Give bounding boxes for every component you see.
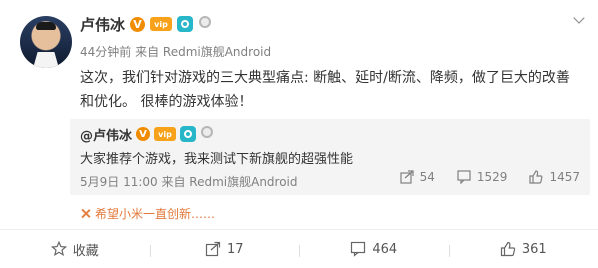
repost-share-button[interactable]: 54 (400, 170, 435, 184)
comment-button[interactable]: 464 (299, 241, 449, 257)
repost-actions: 54 1529 1457 (400, 170, 580, 184)
medal-icon[interactable] (200, 126, 214, 142)
repost-author[interactable]: @卢伟冰 (80, 125, 132, 144)
like-icon (529, 170, 543, 184)
repost-button[interactable]: 17 (149, 241, 300, 257)
post-content: 这次，我们针对游戏的三大典型痛点: 断触、延时/断流、降频，做了巨大的改善和优化… (80, 70, 570, 110)
comment-preview-text: 希望小米一直创新…… (95, 207, 216, 221)
repost-author-row: @卢伟冰 V vip (80, 125, 214, 144)
avatar-shirt (32, 52, 60, 68)
repost-count: 17 (226, 241, 244, 257)
repost-comment-button[interactable]: 1529 (457, 170, 508, 184)
repost-text: 大家推荐个游戏，我来测试下新旗舰的超强性能 (80, 152, 354, 167)
like-icon (500, 241, 515, 257)
repost-like-button[interactable]: 1457 (529, 170, 580, 184)
verified-icon[interactable]: V (130, 16, 146, 32)
like-count: 361 (521, 241, 547, 257)
vip-icon[interactable]: vip (154, 127, 177, 141)
action-bar: 收藏 17 464 361 (0, 230, 598, 268)
repost-comment-count: 1529 (476, 170, 508, 184)
author-row: 卢伟冰 V vip (80, 13, 212, 35)
medal-icon[interactable] (198, 16, 212, 32)
comment-icon (457, 170, 471, 184)
star-outline-icon (50, 241, 67, 257)
like-button[interactable]: 361 (448, 241, 598, 257)
comment-count: 464 (372, 241, 398, 257)
repost-share-count: 54 (419, 170, 435, 184)
star-icon (80, 208, 91, 219)
avatar[interactable] (20, 16, 72, 68)
comment-icon (351, 241, 366, 257)
verified-icon[interactable]: V (136, 127, 151, 141)
camera-icon[interactable] (177, 16, 194, 32)
repost-like-count: 1457 (549, 170, 580, 184)
camera-icon[interactable] (180, 126, 197, 142)
post-meta: 44分钟前 来自 Redmi旗舰Android (80, 45, 272, 59)
favorite-label: 收藏 (72, 243, 99, 259)
share-icon (205, 241, 221, 257)
chevron-down-icon[interactable] (574, 16, 584, 26)
repost-meta: 5月9日 11:00 来自 Redmi旗舰Android (80, 175, 298, 189)
author-name[interactable]: 卢伟冰 (80, 14, 125, 35)
weibo-post-card: 卢伟冰 V vip 44分钟前 来自 Redmi旗舰Android 这次，我们针… (0, 0, 598, 268)
comment-preview[interactable]: 希望小米一直创新…… (80, 205, 215, 222)
vip-icon[interactable]: vip (150, 17, 173, 31)
repost-card[interactable]: @卢伟冰 V vip 大家推荐个游戏，我来测试下新旗舰的超强性能 5月9日 11… (70, 119, 590, 195)
favorite-button[interactable]: 收藏 (0, 240, 150, 259)
share-icon (400, 170, 414, 184)
avatar-hair (36, 22, 56, 30)
